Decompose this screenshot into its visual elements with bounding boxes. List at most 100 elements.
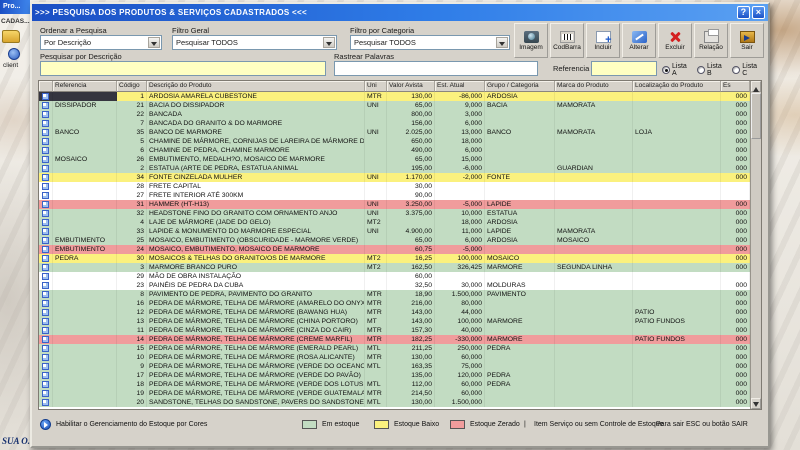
table-row[interactable]: 13 PEDRA DE MÁRMORE, TELHA DE MÁRMORE (CH… — [39, 317, 750, 326]
table-row[interactable]: 18 PEDRA DE MÁRMORE, TELHA DE MÁRMORE (VE… — [39, 380, 750, 389]
table-row[interactable]: 34 FONTE CINZELADA MULHER UNI 1.170,00 -2,00… — [39, 173, 750, 182]
table-row[interactable]: 15 PEDRA DE MÁRMORE, TELHA DE MÁRMORE (EM… — [39, 344, 750, 353]
title-bar[interactable]: >>> PESQUISA DOS PRODUTOS & SERVIÇOS CAD… — [32, 4, 768, 21]
table-row[interactable]: 1 ARDOSIA AMARELA CUBESTONE MTR 130,00 -86,0… — [39, 92, 750, 101]
close-button[interactable]: × — [752, 6, 765, 19]
radio-lista-a-label: Lista A — [672, 63, 687, 77]
table-row[interactable]: BANCO 35 BANCO DE MARMORE UNI 2.025,00 13,000… — [39, 128, 750, 137]
table-row[interactable]: 6 CHAMINE DE PEDRA, CHAMINE MARMORE 490,00… — [39, 146, 750, 155]
radio-lista-c[interactable]: Lista C — [732, 63, 763, 77]
cell-loc — [633, 254, 721, 263]
table-row[interactable]: 19 PEDRA DE MÁRMORE, TELHA DE MÁRMORE (VE… — [39, 389, 750, 398]
col-icon[interactable] — [39, 81, 53, 92]
table-row[interactable]: 22 BANCADA 800,00 3,000 000 — [39, 110, 750, 119]
category-filter-label: Filtro por Categoria — [350, 26, 415, 35]
cell-grupo — [485, 137, 555, 146]
table-row[interactable]: 8 PAVIMENTO DE PEDRA, PAVIMENTO DO GRANIT… — [39, 290, 750, 299]
table-row[interactable]: MOSAICO 26 EMBUTIMENTO, MEDALH?O, MOSAICO … — [39, 155, 750, 164]
legend-green-label: Em estoque — [322, 421, 360, 428]
col-es[interactable]: Es — [721, 81, 750, 92]
table-row[interactable]: 20 SANDSTONE, TELHAS DO SANDSTONE, PAVERS… — [39, 398, 750, 407]
reference-input[interactable] — [591, 61, 657, 76]
legend-green-swatch — [302, 420, 317, 429]
cell-marca — [555, 389, 633, 398]
scrollbar-thumb[interactable] — [751, 93, 761, 139]
image-icon — [42, 165, 49, 172]
cell-loc — [633, 245, 721, 254]
table-row[interactable]: 5 CHAMINE DE MÁRMORE, CORNIJAS DE LAREIRA… — [39, 137, 750, 146]
imagem-button[interactable]: Imagem — [514, 23, 548, 58]
sair-button[interactable]: Sair — [730, 23, 764, 58]
table-row[interactable]: 31 HAMMER (HT-H13) UNI 3.250,00 -5,000 LAPIDE… — [39, 200, 750, 209]
col-descricao[interactable]: Descrição do Produto — [147, 81, 365, 92]
table-row[interactable]: 2 ESTATUA (ARTE DE PEDRA, ESTATUA ANIMAL 1… — [39, 164, 750, 173]
table-row[interactable]: 9 PEDRA DE MÁRMORE, TELHA DE MÁRMORE (VER… — [39, 362, 750, 371]
scroll-up-icon[interactable] — [751, 81, 761, 92]
cell-grupo — [485, 191, 555, 200]
table-row[interactable]: 28 FRETE CAPITAL 30,00 — [39, 182, 750, 191]
table-row[interactable]: 16 PEDRA DE MÁRMORE, TELHA DE MÁRMORE (AM… — [39, 299, 750, 308]
incluir-button[interactable]: Incluir — [586, 23, 620, 58]
category-filter-dropdown[interactable]: Pesquisar TODOS — [350, 35, 510, 50]
col-valor-avista[interactable]: Valor Avista — [387, 81, 435, 92]
table-row[interactable]: 33 LAPIDE & MONUMENTO DO MARMORE ESPECIAL… — [39, 227, 750, 236]
cell-uni: UNI — [365, 200, 387, 209]
table-row[interactable]: EMBUTIMENTO 25 MOSAICO, EMBUTIMENTO (OBSCU… — [39, 236, 750, 245]
cell-desc: BACIA DO DISSIPADOR — [147, 101, 365, 110]
order-dropdown[interactable]: Por Descrição — [40, 35, 162, 50]
cell-ref — [53, 290, 117, 299]
cell-valor: 2.025,00 — [387, 128, 435, 137]
vertical-scrollbar[interactable] — [750, 81, 761, 409]
alterar-button[interactable]: Alterar — [622, 23, 656, 58]
table-row[interactable]: 27 FRETE INTERIOR ATÉ 300KM 90,00 — [39, 191, 750, 200]
cell-uni — [365, 155, 387, 164]
table-row[interactable]: 17 PEDRA DE MÁRMORE, TELHA DE MÁRMORE (VE… — [39, 371, 750, 380]
enable-stock-colors-label[interactable]: Habilitar o Gerenciamento do Estoque por… — [56, 421, 207, 428]
col-localizacao[interactable]: Localização do Produto — [633, 81, 721, 92]
chevron-down-icon[interactable] — [148, 37, 160, 48]
col-referencia[interactable]: Referencia — [53, 81, 117, 92]
table-row[interactable]: 32 HEADSTONE FINO DO GRANITO COM ORNAMENT… — [39, 209, 750, 218]
track-words-input[interactable] — [334, 61, 538, 76]
table-row[interactable]: 14 PEDRA DE MÁRMORE, TELHA DE MÁRMORE (CR… — [39, 335, 750, 344]
scroll-down-icon[interactable] — [751, 398, 761, 409]
general-filter-dropdown[interactable]: Pesquisar TODOS — [172, 35, 337, 50]
cell-loc — [633, 110, 721, 119]
table-row[interactable]: 3 MARMORE BRANCO PURO MT2 162,50 326,425 MARM… — [39, 263, 750, 272]
image-icon — [42, 354, 49, 361]
table-row[interactable]: 4 LAJE DE MÁRMORE (JADE DO GELO) MT2 18,000… — [39, 218, 750, 227]
cell-est: 18,000 — [435, 137, 485, 146]
table-row[interactable]: EMBUTIMENTO 24 MOSAICO, EMBUTIMENTO, MOSAI… — [39, 245, 750, 254]
col-codigo[interactable]: Código — [117, 81, 147, 92]
chevron-down-icon[interactable] — [496, 37, 508, 48]
radio-lista-a[interactable]: Lista A — [662, 63, 692, 77]
col-est-atual[interactable]: Est. Atual — [435, 81, 485, 92]
cell-uni: MTR — [365, 326, 387, 335]
stock-color-toggle-icon[interactable] — [40, 419, 51, 430]
cell-uni: MT2 — [365, 254, 387, 263]
radio-lista-b[interactable]: Lista B — [696, 63, 727, 77]
cell-ref — [53, 281, 117, 290]
cell-valor: 162,50 — [387, 263, 435, 272]
table-row[interactable]: PEDRA 30 MOSAICOS & TELHAS DO GRANITO/OS D… — [39, 254, 750, 263]
codbarra-button[interactable]: CodBarra — [550, 23, 584, 58]
table-row[interactable]: 12 PEDRA DE MÁRMORE, TELHA DE MÁRMORE (BA… — [39, 308, 750, 317]
cell-uni: UNI — [365, 101, 387, 110]
col-uni[interactable]: Uni — [365, 81, 387, 92]
relacao-button[interactable]: Relação — [694, 23, 728, 58]
cell-uni — [365, 245, 387, 254]
chevron-down-icon[interactable] — [323, 37, 335, 48]
col-grupo-categoria[interactable]: Grupo / Categoria — [485, 81, 555, 92]
excluir-button[interactable]: Excluir — [658, 23, 692, 58]
table-row[interactable]: 7 BANCADA DO GRANITO & DO MARMORE 156,00 6,… — [39, 119, 750, 128]
search-description-input[interactable] — [40, 61, 326, 76]
table-row[interactable]: 10 PEDRA DE MÁRMORE, TELHA DE MÁRMORE (RO… — [39, 353, 750, 362]
table-row[interactable]: DISSIPADOR 21 BACIA DO DISSIPADOR UNI 65,00 9… — [39, 101, 750, 110]
cell-marca — [555, 326, 633, 335]
table-row[interactable]: 29 MÃO DE OBRA INSTALAÇÃO 60,00 — [39, 272, 750, 281]
col-marca[interactable]: Marca do Produto — [555, 81, 633, 92]
help-button[interactable]: ? — [737, 6, 750, 19]
table-row[interactable]: 23 PAINÉIS DE PEDRA DA CUBA 32,50 30,000 MOL… — [39, 281, 750, 290]
table-row[interactable]: 11 PEDRA DE MÁRMORE, TELHA DE MÁRMORE (CI… — [39, 326, 750, 335]
image-icon — [42, 255, 49, 262]
